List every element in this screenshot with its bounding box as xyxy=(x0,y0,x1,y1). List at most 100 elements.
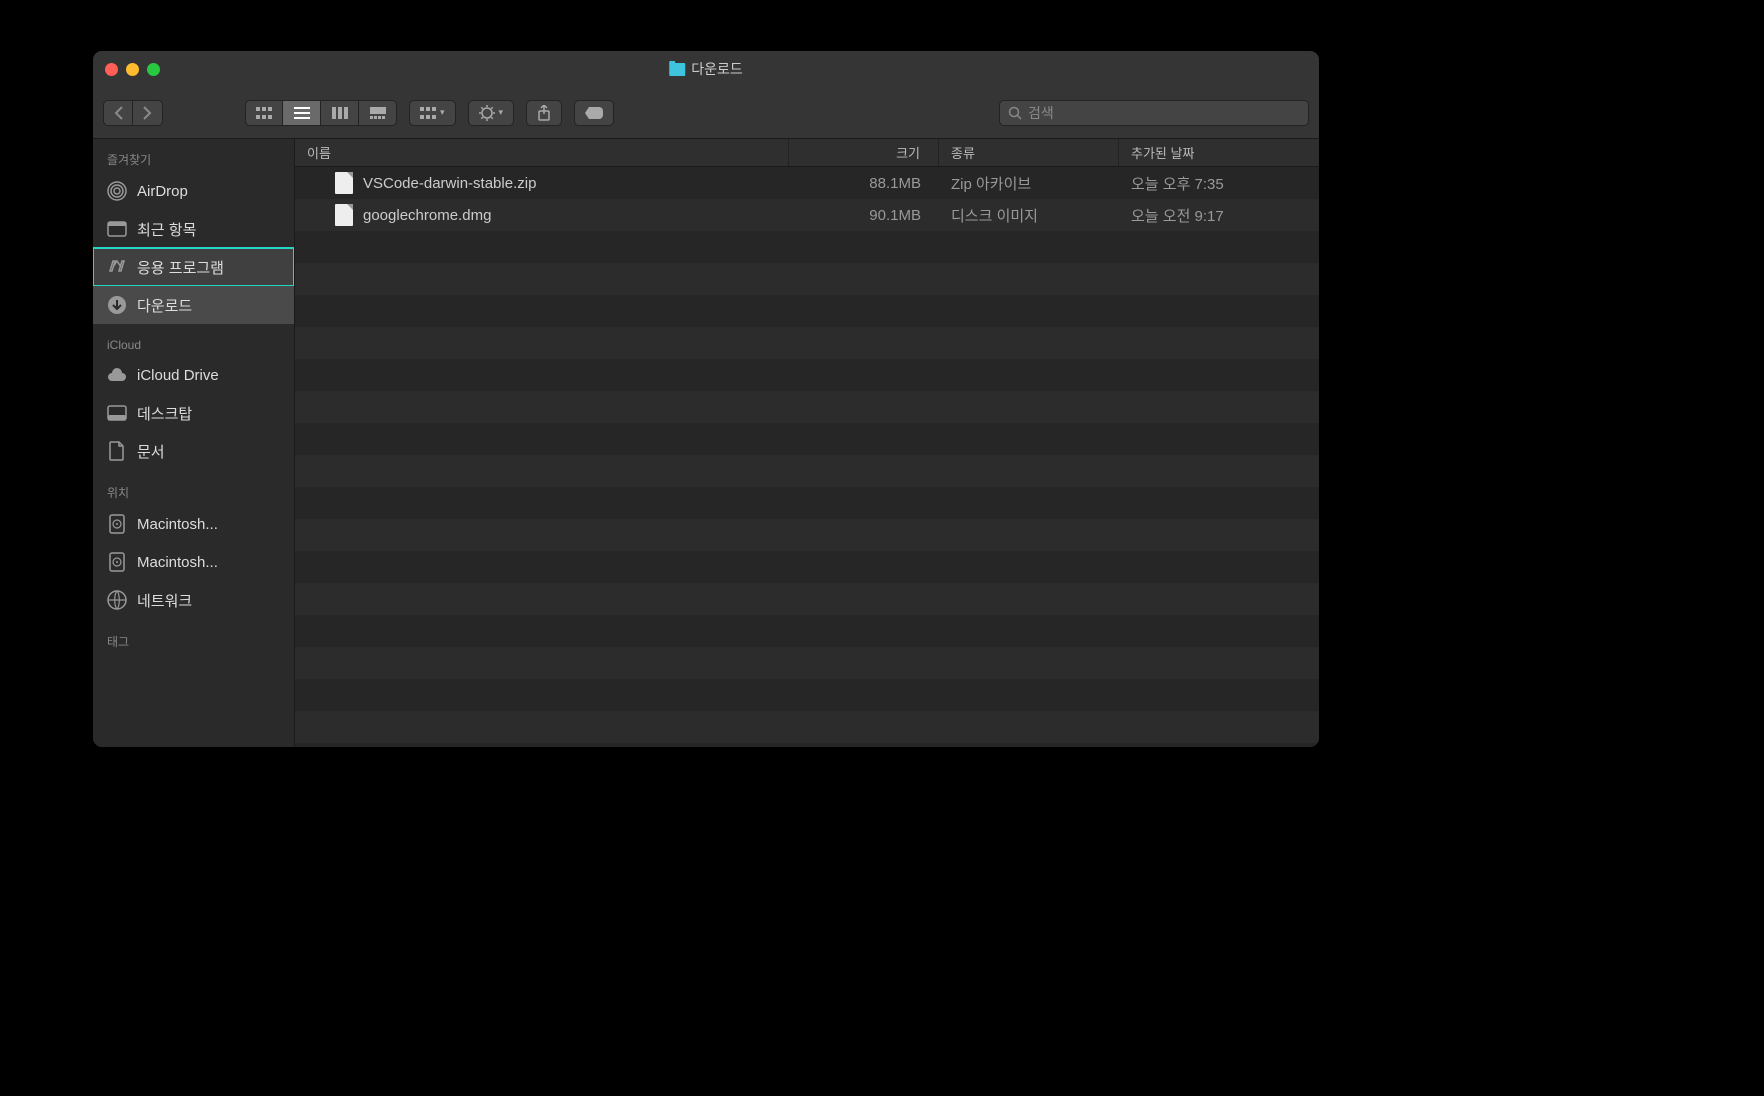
file-name: VSCode-darwin-stable.zip xyxy=(363,175,536,192)
empty-row xyxy=(295,455,1319,487)
back-button[interactable] xyxy=(103,100,133,126)
sidebar-header: 태그 xyxy=(93,627,294,654)
file-name: googlechrome.dmg xyxy=(363,207,491,224)
file-date: 오늘 오전 9:17 xyxy=(1119,205,1319,226)
empty-row xyxy=(295,679,1319,711)
sidebar: 즐겨찾기 AirDrop 최근 항목 응 xyxy=(93,139,295,747)
arrange-button[interactable]: ▾ xyxy=(409,100,456,126)
sidebar-item-label: 네트워크 xyxy=(137,590,192,611)
sidebar-section-tags: 태그 xyxy=(93,627,294,654)
empty-row xyxy=(295,487,1319,519)
sidebar-section-icloud: iCloud iCloud Drive 데스크탑 xyxy=(93,332,294,470)
content: 즐겨찾기 AirDrop 최근 항목 응 xyxy=(93,139,1319,747)
maximize-button[interactable] xyxy=(147,63,160,76)
sidebar-header: 위치 xyxy=(93,478,294,505)
desktop-icon xyxy=(107,403,127,423)
sidebar-item-disk-2[interactable]: Macintosh... xyxy=(93,543,294,581)
file-list: VSCode-darwin-stable.zip 88.1MB Zip 아카이브… xyxy=(295,167,1319,747)
finder-window: 다운로드 xyxy=(92,50,1320,748)
sidebar-item-downloads[interactable]: 다운로드 xyxy=(93,286,294,324)
empty-row xyxy=(295,359,1319,391)
sidebar-item-recents[interactable]: 최근 항목 xyxy=(93,210,294,248)
sidebar-item-applications[interactable]: 응용 프로그램 xyxy=(93,248,294,286)
sidebar-item-label: 데스크탑 xyxy=(137,403,192,424)
network-icon xyxy=(107,590,127,610)
downloads-icon xyxy=(107,295,127,315)
action-button[interactable]: ▾ xyxy=(468,100,515,126)
sidebar-header: iCloud xyxy=(93,332,294,356)
column-headers: 이름 크기 종류 추가된 날짜 xyxy=(295,139,1319,167)
file-icon xyxy=(335,172,353,194)
sidebar-item-label: 최근 항목 xyxy=(137,219,196,240)
empty-row xyxy=(295,711,1319,743)
toolbar: ▾ ▾ xyxy=(93,87,1319,139)
empty-row xyxy=(295,295,1319,327)
sidebar-item-documents[interactable]: 문서 xyxy=(93,432,294,470)
disk-icon xyxy=(107,514,127,534)
file-size: 90.1MB xyxy=(789,207,939,224)
sidebar-item-airdrop[interactable]: AirDrop xyxy=(93,172,294,210)
close-button[interactable] xyxy=(105,63,118,76)
minimize-button[interactable] xyxy=(126,63,139,76)
gallery-view-button[interactable] xyxy=(359,100,397,126)
column-view-button[interactable] xyxy=(321,100,359,126)
sidebar-item-label: Macintosh... xyxy=(137,554,218,571)
window-title-text: 다운로드 xyxy=(691,59,743,79)
search-icon xyxy=(1008,106,1022,120)
sidebar-item-label: Macintosh... xyxy=(137,516,218,533)
list-view-button[interactable] xyxy=(283,100,321,126)
column-header-name[interactable]: 이름 xyxy=(295,139,789,166)
sidebar-item-label: 문서 xyxy=(137,441,165,462)
sidebar-item-disk-1[interactable]: Macintosh... xyxy=(93,505,294,543)
sidebar-section-favorites: 즐겨찾기 AirDrop 최근 항목 응 xyxy=(93,145,294,324)
recents-icon xyxy=(107,219,127,239)
empty-row xyxy=(295,647,1319,679)
airdrop-icon xyxy=(107,181,127,201)
sidebar-item-desktop[interactable]: 데스크탑 xyxy=(93,394,294,432)
chevron-down-icon: ▾ xyxy=(499,107,504,118)
sidebar-section-locations: 위치 Macintosh... Macintosh... xyxy=(93,478,294,619)
sidebar-item-icloud-drive[interactable]: iCloud Drive xyxy=(93,356,294,394)
tags-button[interactable] xyxy=(574,100,614,126)
sidebar-item-label: 다운로드 xyxy=(137,295,192,316)
empty-row xyxy=(295,551,1319,583)
documents-icon xyxy=(107,441,127,461)
icon-view-button[interactable] xyxy=(245,100,283,126)
search-input[interactable] xyxy=(1028,105,1300,121)
file-size: 88.1MB xyxy=(789,175,939,192)
nav-buttons xyxy=(103,100,163,126)
view-switcher xyxy=(245,100,397,126)
empty-row xyxy=(295,231,1319,263)
file-row[interactable]: googlechrome.dmg 90.1MB 디스크 이미지 오늘 오전 9:… xyxy=(295,199,1319,231)
column-header-size[interactable]: 크기 xyxy=(789,139,939,166)
titlebar: 다운로드 xyxy=(93,51,1319,87)
share-button[interactable] xyxy=(526,100,562,126)
window-title: 다운로드 xyxy=(669,59,743,79)
empty-row xyxy=(295,615,1319,647)
empty-row xyxy=(295,583,1319,615)
sidebar-item-network[interactable]: 네트워크 xyxy=(93,581,294,619)
file-browser: 이름 크기 종류 추가된 날짜 VSCode-darwin-stable.zip… xyxy=(295,139,1319,747)
empty-row xyxy=(295,327,1319,359)
file-date: 오늘 오후 7:35 xyxy=(1119,173,1319,194)
folder-icon xyxy=(669,63,685,76)
chevron-down-icon: ▾ xyxy=(440,107,445,118)
forward-button[interactable] xyxy=(133,100,163,126)
disk-icon xyxy=(107,552,127,572)
empty-row xyxy=(295,519,1319,551)
file-icon xyxy=(335,204,353,226)
empty-row xyxy=(295,391,1319,423)
sidebar-header: 즐겨찾기 xyxy=(93,145,294,172)
search-box[interactable] xyxy=(999,100,1309,126)
sidebar-item-label: AirDrop xyxy=(137,183,188,200)
column-header-date[interactable]: 추가된 날짜 xyxy=(1119,139,1319,166)
column-header-kind[interactable]: 종류 xyxy=(939,139,1119,166)
sidebar-item-label: 응용 프로그램 xyxy=(137,257,224,278)
file-kind: Zip 아카이브 xyxy=(939,173,1119,194)
cloud-icon xyxy=(107,365,127,385)
empty-row xyxy=(295,263,1319,295)
file-kind: 디스크 이미지 xyxy=(939,205,1119,226)
file-row[interactable]: VSCode-darwin-stable.zip 88.1MB Zip 아카이브… xyxy=(295,167,1319,199)
traffic-lights xyxy=(105,63,160,76)
sidebar-item-label: iCloud Drive xyxy=(137,367,219,384)
